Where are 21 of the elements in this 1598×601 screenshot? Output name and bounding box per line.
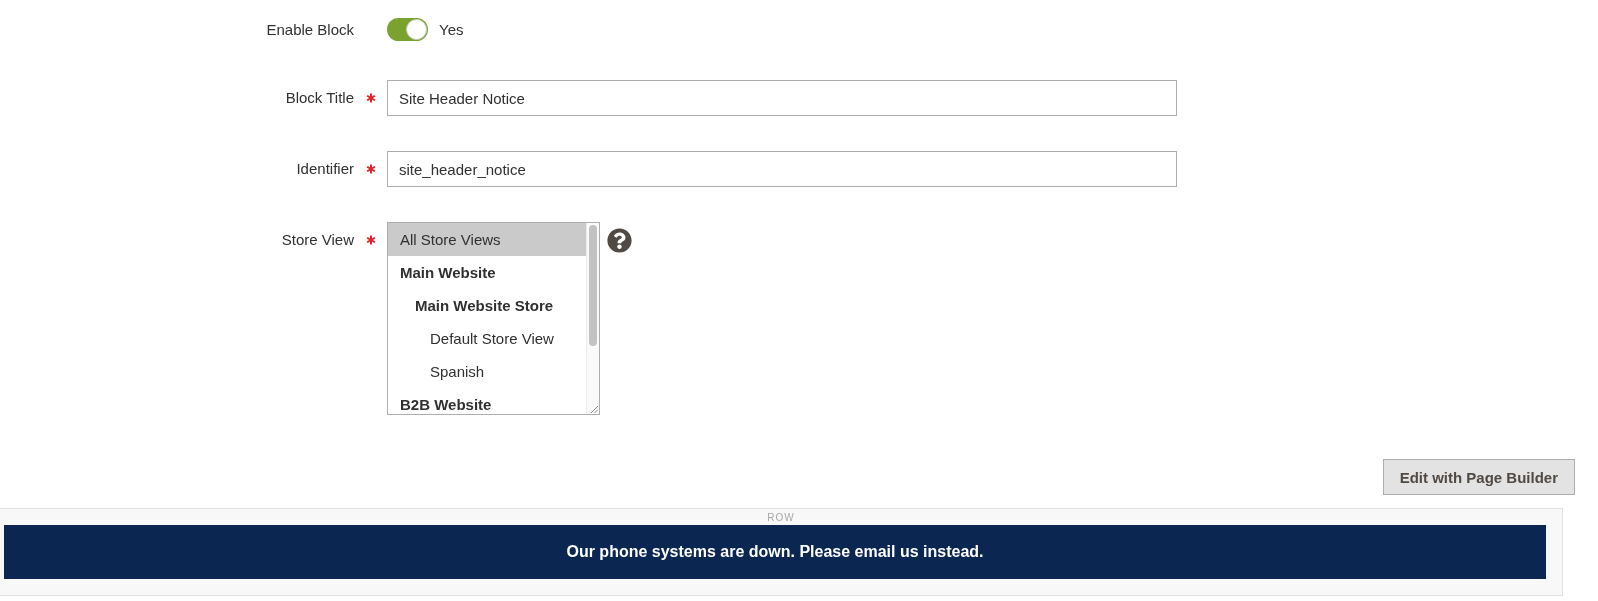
field-label: Block Title [285,88,354,108]
field-label: Identifier [296,159,354,179]
store-view-option[interactable]: Spanish [388,355,586,388]
notice-text: Our phone systems are down. Please email us instead. [566,543,984,561]
store-view-option[interactable]: All Store Views [388,223,586,256]
toggle-value-label: Yes [439,21,464,38]
store-view-option[interactable]: Default Store View [388,322,586,355]
help-icon[interactable] [607,228,632,253]
scrollbar[interactable] [586,223,599,414]
text-field[interactable]: site_header_notice [387,151,1177,187]
field-label: Enable Block [266,20,354,40]
page-builder-button[interactable]: Edit with Page Builder [1382,459,1575,495]
row-label: ROW [767,511,795,523]
store-view-option[interactable]: Main Website Store [388,289,586,322]
field-label: Store View [281,230,354,250]
store-view-option[interactable]: B2B Website [388,388,586,414]
text-field[interactable]: Site Header Notice [387,80,1177,116]
store-view-option[interactable]: Main Website [388,256,586,289]
store-view-list[interactable]: All Store Views Main Website Main Website Store Default Store View Spanish B2B Website [387,222,600,415]
toggle-switch[interactable] [387,18,428,41]
resize-grip-icon[interactable] [590,405,598,413]
